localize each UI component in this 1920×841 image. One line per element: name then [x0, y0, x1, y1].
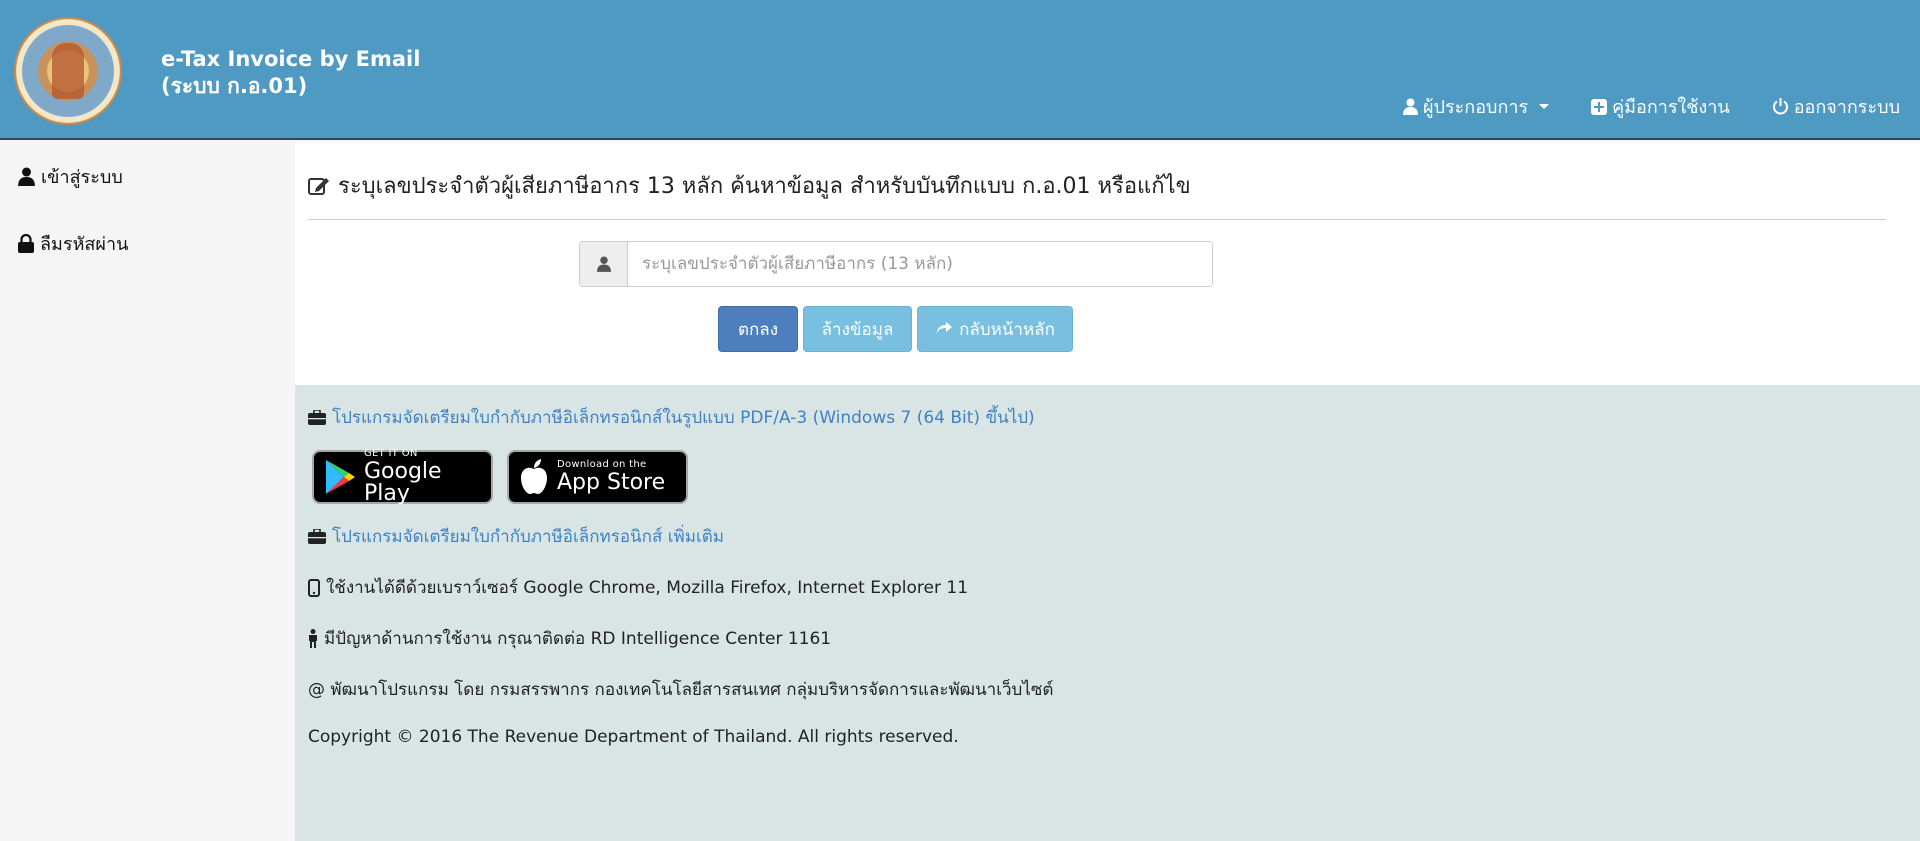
- more-program-row: โปรแกรมจัดเตรียมใบกำกับภาษีอิเล็กทรอนิกส…: [308, 523, 724, 550]
- pdf-program-link[interactable]: โปรแกรมจัดเตรียมใบกำกับภาษีอิเล็กทรอนิกส…: [332, 404, 1035, 431]
- nav-user-manual-label: คู่มือการใช้งาน: [1612, 97, 1730, 118]
- google-play-text: GET IT ON Google Play: [364, 449, 481, 505]
- app-title: e-Tax Invoice by Email: [161, 47, 421, 71]
- support-contact-text: มีปัญหาด้านการใช้งาน กรุณาติดต่อ RD Inte…: [324, 629, 832, 649]
- edit-icon: [308, 176, 330, 196]
- input-addon: [580, 242, 628, 286]
- pdf-program-row: โปรแกรมจัดเตรียมใบกำกับภาษีอิเล็กทรอนิกส…: [308, 404, 1035, 431]
- ok-button-label: ตกลง: [737, 319, 779, 340]
- user-icon: [18, 167, 35, 186]
- developer-row: @ พัฒนาโปรแกรม โดย กรมสรรพากร กองเทคโนโล…: [308, 676, 1053, 703]
- ok-button[interactable]: ตกลง: [718, 306, 798, 352]
- browser-support-text: ใช้งานได้ดีด้วยเบราว์เซอร์ Google Chrome…: [326, 578, 969, 598]
- clear-button-label: ล้างข้อมูล: [821, 319, 894, 340]
- google-play-big: Google Play: [364, 459, 442, 506]
- top-navbar: e-Tax Invoice by Email (ระบบ ก.อ.01) ผู้…: [0, 0, 1920, 140]
- copyright-row: Copyright © 2016 The Revenue Department …: [308, 727, 959, 747]
- title-divider: [308, 219, 1886, 220]
- copyright-text: Copyright © 2016 The Revenue Department …: [308, 727, 959, 747]
- apple-icon: [519, 459, 549, 495]
- plus-square-icon: [1591, 98, 1608, 115]
- home-button[interactable]: กลับหน้าหลัก: [917, 306, 1073, 352]
- mobile-icon: [308, 578, 320, 597]
- power-icon: [1772, 98, 1789, 115]
- google-play-small: GET IT ON: [364, 448, 418, 459]
- nav-operator-dropdown[interactable]: ผู้ประกอบการ: [1403, 92, 1550, 121]
- google-play-badge[interactable]: GET IT ON Google Play: [312, 449, 493, 505]
- home-button-label: กลับหน้าหลัก: [959, 319, 1055, 340]
- google-play-icon: [324, 459, 356, 495]
- app-store-text: Download on the App Store: [557, 460, 665, 494]
- sidebar-item-login[interactable]: เข้าสู่ระบบ: [18, 162, 123, 191]
- app-brand[interactable]: e-Tax Invoice by Email (ระบบ ก.อ.01): [161, 46, 420, 100]
- app-store-small: Download on the: [557, 459, 647, 470]
- sidebar-item-forgot-password[interactable]: ลืมรหัสผ่าน: [18, 229, 128, 258]
- nav-logout[interactable]: ออกจากระบบ: [1772, 92, 1900, 121]
- page-title-text: ระบุเลขประจำตัวผู้เสียภาษีอากร 13 หลัก ค…: [338, 174, 1191, 199]
- nav-operator-label: ผู้ประกอบการ: [1423, 97, 1529, 118]
- lock-icon: [18, 234, 34, 253]
- logo-emblem: [52, 43, 84, 99]
- sidebar-item-label: เข้าสู่ระบบ: [41, 167, 123, 188]
- top-nav: ผู้ประกอบการ คู่มือการใช้งาน ออกจากระบบ: [1361, 92, 1900, 121]
- briefcase-icon: [308, 529, 326, 544]
- app-subtitle: (ระบบ ก.อ.01): [161, 74, 308, 98]
- footer-panel: โปรแกรมจัดเตรียมใบกำกับภาษีอิเล็กทรอนิกส…: [295, 385, 1920, 841]
- browser-support-row: ใช้งานได้ดีด้วยเบราว์เซอร์ Google Chrome…: [308, 574, 968, 601]
- more-program-link[interactable]: โปรแกรมจัดเตรียมใบกำกับภาษีอิเล็กทรอนิกส…: [332, 523, 724, 550]
- revenue-department-logo[interactable]: [14, 17, 122, 125]
- sidebar: เข้าสู่ระบบ ลืมรหัสผ่าน: [0, 142, 295, 841]
- share-arrow-icon: [935, 321, 953, 337]
- male-icon: [308, 629, 318, 648]
- tax-id-input-group: [579, 241, 1213, 287]
- developer-text: @ พัฒนาโปรแกรม โดย กรมสรรพากร กองเทคโนโล…: [308, 680, 1054, 700]
- user-icon: [596, 256, 611, 272]
- main-content: ระบุเลขประจำตัวผู้เสียภาษีอากร 13 หลัก ค…: [295, 142, 1920, 385]
- app-store-badge[interactable]: Download on the App Store: [507, 450, 688, 504]
- tax-id-input[interactable]: [628, 242, 1212, 286]
- app-store-big: App Store: [557, 470, 666, 495]
- sidebar-item-label: ลืมรหัสผ่าน: [40, 234, 129, 255]
- briefcase-icon: [308, 410, 326, 425]
- support-contact-row: มีปัญหาด้านการใช้งาน กรุณาติดต่อ RD Inte…: [308, 625, 831, 652]
- nav-user-manual[interactable]: คู่มือการใช้งาน: [1591, 92, 1730, 121]
- caret-down-icon: [1539, 104, 1550, 109]
- user-icon: [1403, 98, 1418, 115]
- nav-logout-label: ออกจากระบบ: [1793, 97, 1900, 118]
- clear-button[interactable]: ล้างข้อมูล: [803, 306, 912, 352]
- action-buttons: ตกลง ล้างข้อมูล กลับหน้าหลัก: [718, 306, 1073, 352]
- page-title: ระบุเลขประจำตัวผู้เสียภาษีอากร 13 หลัก ค…: [308, 168, 1191, 203]
